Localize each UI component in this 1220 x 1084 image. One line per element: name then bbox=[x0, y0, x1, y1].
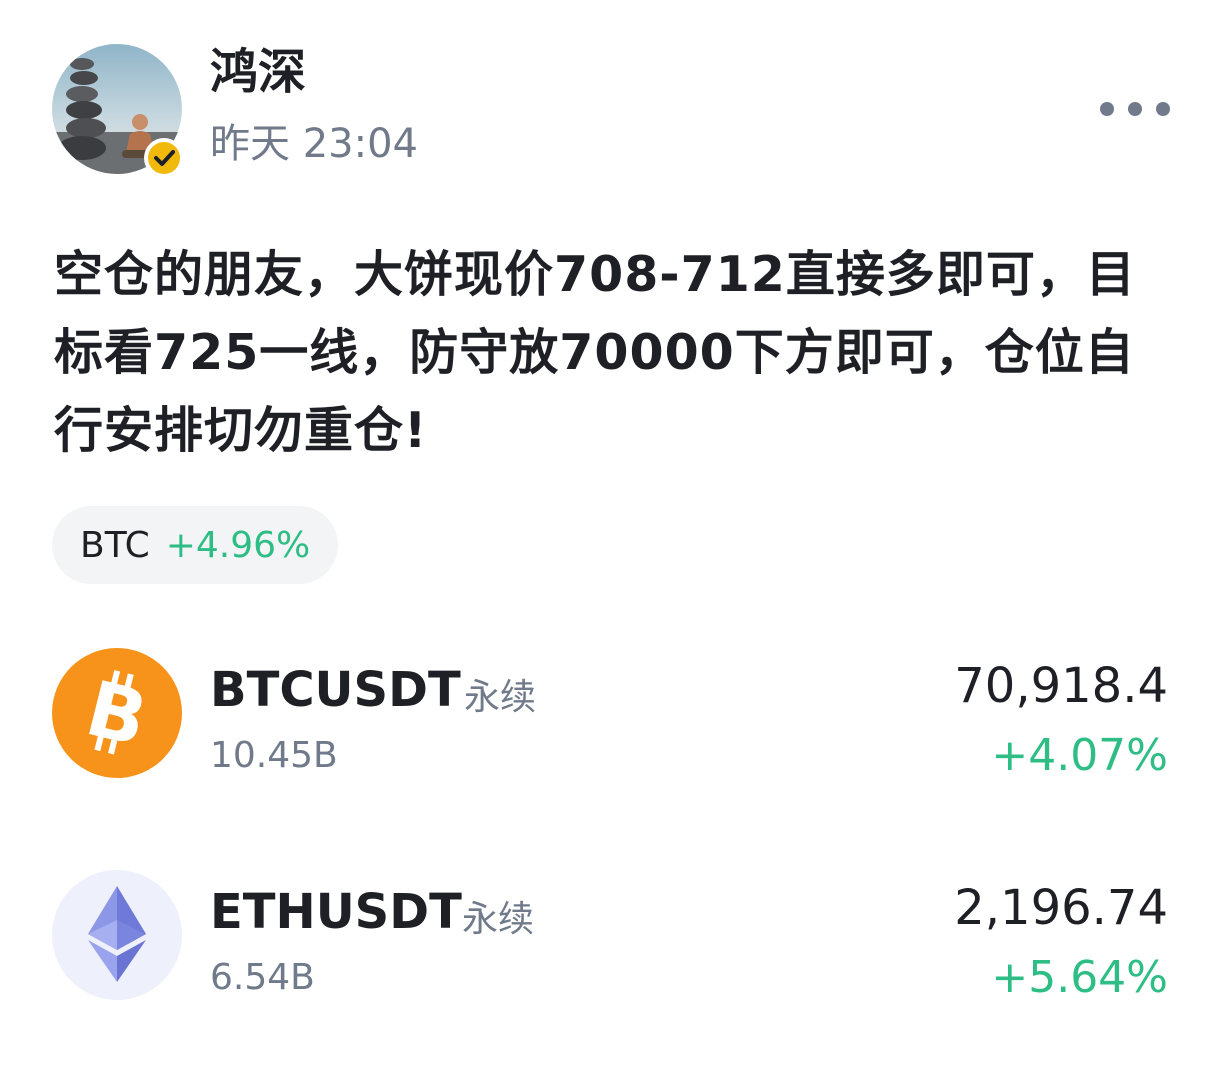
bitcoin-icon: B bbox=[52, 648, 182, 778]
post-content: 空仓的朋友，大饼现价708-712直接多即可，目标看725一线，防守放70000… bbox=[54, 246, 1136, 459]
post-timestamp: 昨天 23:04 bbox=[210, 121, 418, 167]
tag-change: +4.96% bbox=[165, 524, 311, 566]
tag-symbol: BTC bbox=[80, 524, 150, 566]
ticker-price: 2,196.74 bbox=[954, 880, 1168, 936]
author-name[interactable]: 鸿深 bbox=[210, 44, 306, 100]
more-dot-icon bbox=[1128, 102, 1142, 116]
ticker-price: 70,918.4 bbox=[954, 658, 1168, 714]
ticker-volume: 10.45B bbox=[210, 735, 338, 776]
ticker-volume: 6.54B bbox=[210, 957, 315, 998]
ticker-change: +5.64% bbox=[991, 952, 1168, 1003]
ticker-contract-type: 永续 bbox=[462, 899, 535, 940]
ticker-card-ethusdt[interactable]: ETHUSDT 永续 6.54B 2,196.74 +5.64% bbox=[52, 870, 1168, 1003]
coin-tag-chip[interactable]: BTC +4.96% bbox=[52, 506, 339, 584]
ticker-pair: BTCUSDT bbox=[210, 662, 461, 718]
ticker-change: +4.07% bbox=[991, 730, 1168, 781]
ticker-pair: ETHUSDT bbox=[210, 884, 462, 940]
more-dot-icon bbox=[1156, 102, 1170, 116]
more-dot-icon bbox=[1100, 102, 1114, 116]
verified-badge-icon bbox=[144, 138, 184, 178]
ethereum-icon bbox=[52, 870, 182, 1000]
ticker-card-btcusdt[interactable]: B BTCUSDT 永续 10.45B 70,918.4 +4.07% bbox=[52, 648, 1168, 781]
more-options-button[interactable] bbox=[1100, 92, 1170, 126]
ticker-contract-type: 永续 bbox=[464, 677, 537, 718]
